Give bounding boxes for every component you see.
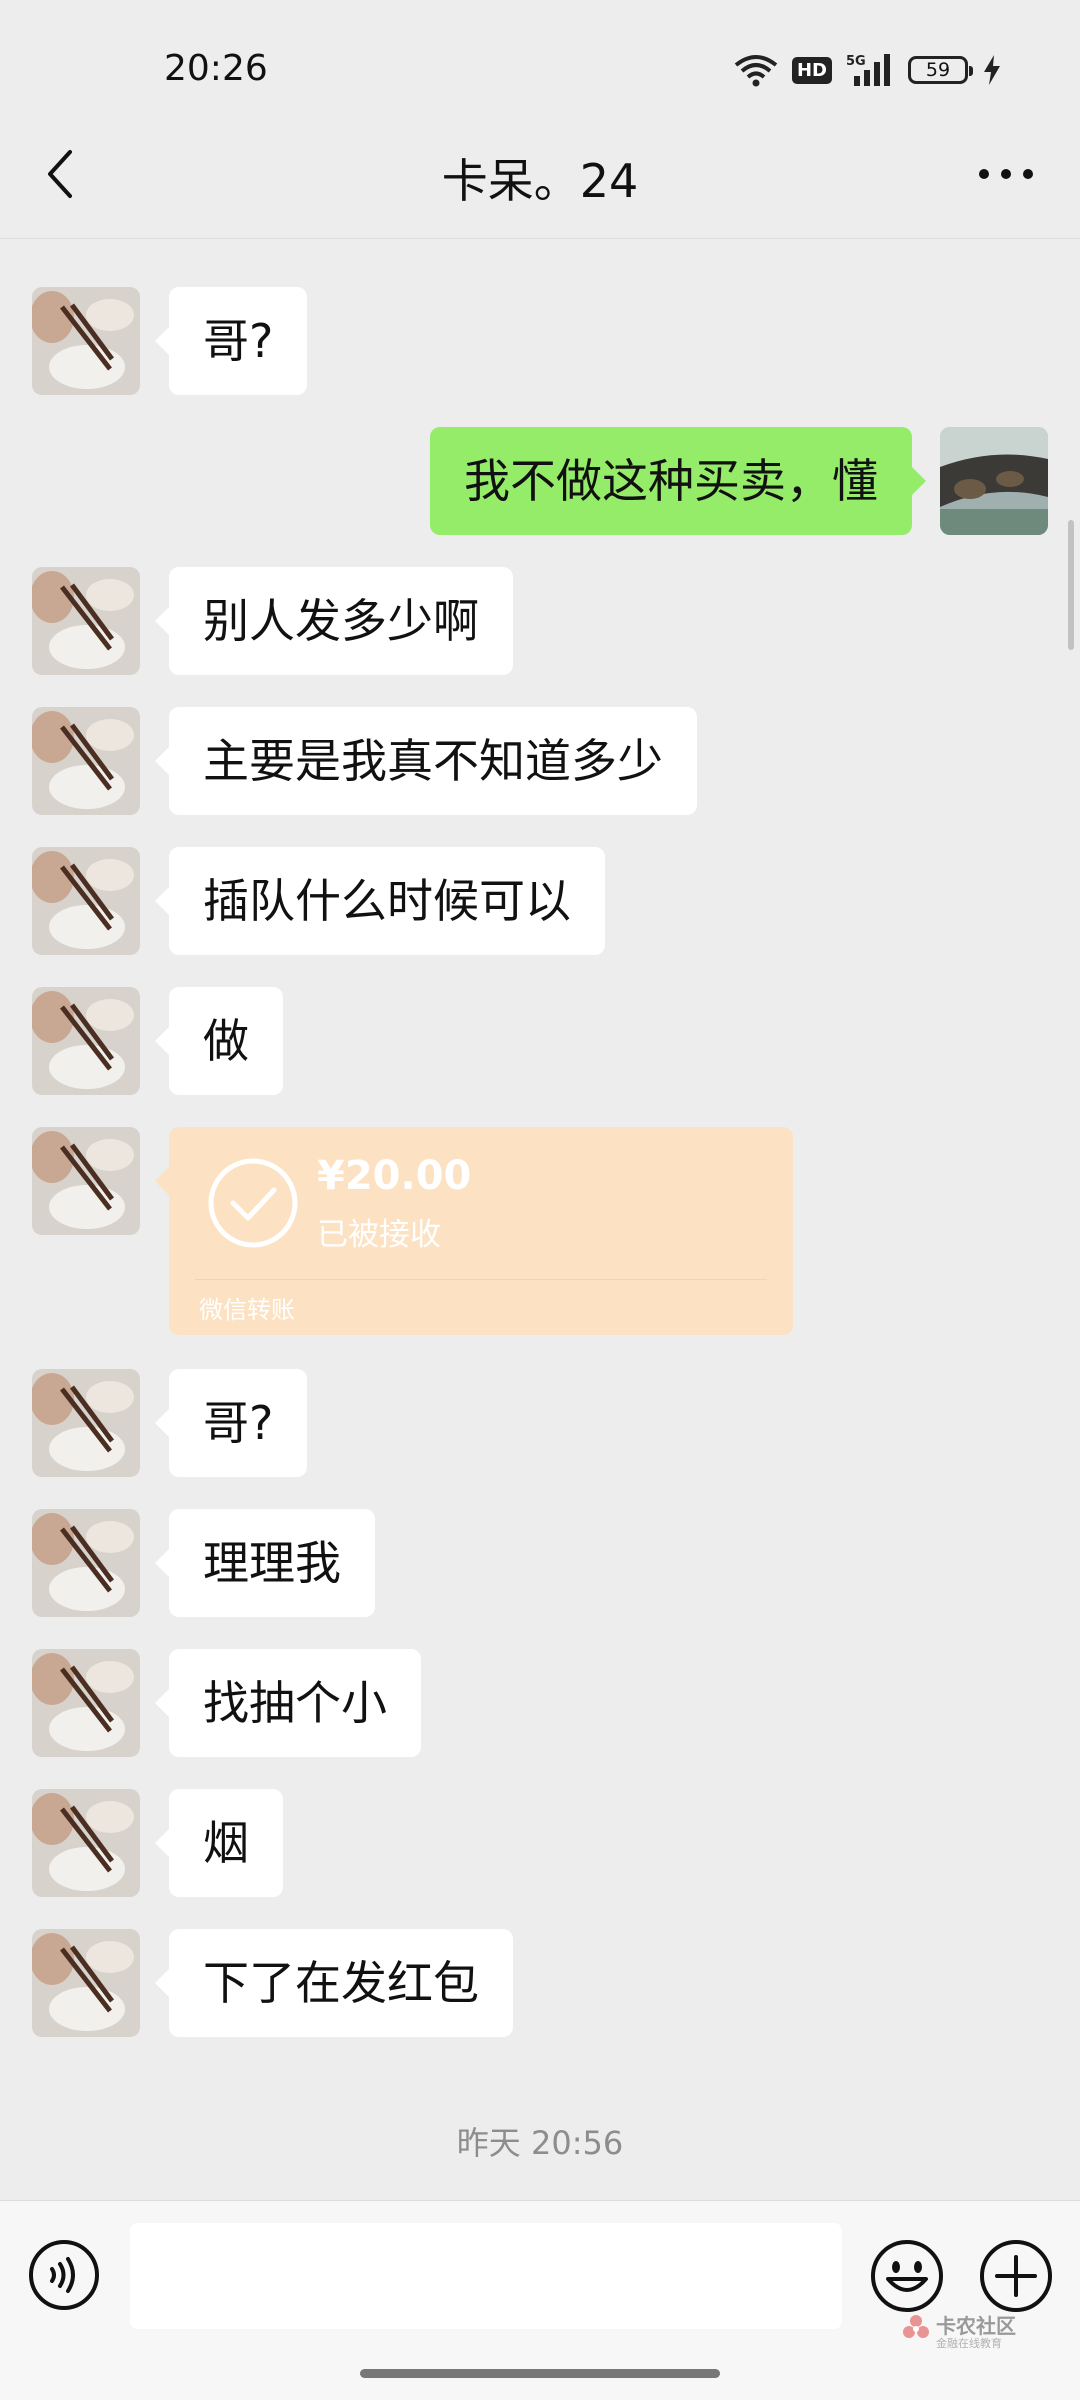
message-bubble[interactable]: 做 (155, 987, 283, 1095)
transfer-card[interactable]: ¥20.00 已被接收 微信转账 (155, 1127, 793, 1335)
watermark: 卡农社区 金融在线教育 (900, 2308, 1030, 2354)
message-row: 下了在发红包 (0, 1929, 1080, 2037)
charging-icon (984, 55, 1000, 85)
contact-avatar[interactable] (32, 1929, 140, 2037)
message-timestamp: 昨天 20:56 (456, 2124, 624, 2162)
chat-screen: 20:26 HD 5G 59 卡呆。24 哥? 我不做这种买卖，懂 别人发多少啊… (0, 0, 1080, 2400)
message-row: 找抽个小 (0, 1649, 1080, 1757)
message-row: ¥20.00 已被接收 微信转账 (0, 1127, 1080, 1335)
transfer-label: 微信转账 (199, 1296, 295, 1324)
my-avatar[interactable] (940, 427, 1048, 535)
status-icons: HD 5G 59 (734, 50, 1002, 90)
transfer-status: 已被接收 (317, 1217, 441, 1253)
contact-avatar[interactable] (32, 987, 140, 1095)
watermark-subtext: 金融在线教育 (936, 2337, 1002, 2350)
wifi-icon (734, 55, 778, 87)
scrollbar-thumb[interactable] (1068, 520, 1074, 650)
more-options-button[interactable] (968, 144, 1044, 204)
message-input[interactable] (130, 2223, 842, 2329)
transfer-amount: ¥20.00 (317, 1153, 472, 1199)
contact-avatar[interactable] (32, 1127, 140, 1235)
more-icon (979, 169, 1033, 179)
plus-button[interactable] (979, 2239, 1053, 2313)
message-bubble[interactable]: 哥? (154, 287, 308, 395)
battery-level: 59 (925, 59, 951, 81)
message-row: 烟 (0, 1789, 1080, 1897)
contact-avatar[interactable] (32, 847, 140, 955)
message-row: 哥? (0, 1369, 1080, 1477)
status-time: 20:26 (164, 48, 268, 89)
battery-indicator: 59 (908, 56, 973, 84)
voice-button[interactable] (28, 2239, 100, 2311)
signal-icon: 5G (846, 54, 890, 86)
voice-icon (29, 2240, 99, 2310)
message-bubble[interactable]: 理理我 (155, 1509, 375, 1617)
message-row: 做 (0, 987, 1080, 1095)
status-bar: 20:26 HD 5G 59 (0, 0, 1080, 140)
message-row: 哥? (0, 287, 1080, 395)
contact-avatar[interactable] (32, 1509, 140, 1617)
message-row: 我不做这种买卖，懂 (0, 427, 1080, 535)
sent-message-bubble[interactable]: 我不做这种买卖，懂 (430, 427, 926, 535)
message-row: 理理我 (0, 1509, 1080, 1617)
contact-avatar[interactable] (32, 1789, 140, 1897)
emoji-icon (871, 2240, 943, 2312)
watermark-logo-icon (903, 2315, 929, 2338)
home-indicator[interactable] (360, 2369, 720, 2378)
check-circle-icon (208, 1158, 298, 1248)
contact-avatar[interactable] (32, 287, 140, 395)
message-bubble[interactable]: 找抽个小 (155, 1649, 421, 1757)
message-bubble[interactable]: 别人发多少啊 (155, 567, 513, 675)
chat-header: 卡呆。24 (0, 120, 1080, 239)
message-bubble[interactable]: 主要是我真不知道多少 (155, 707, 697, 815)
message-bubble[interactable]: 插队什么时候可以 (155, 847, 605, 955)
plus-icon (980, 2240, 1052, 2312)
contact-avatar[interactable] (32, 1369, 140, 1477)
transfer-divider (195, 1279, 767, 1280)
contact-avatar[interactable] (32, 707, 140, 815)
emoji-button[interactable] (870, 2239, 944, 2313)
message-bubble[interactable]: 下了在发红包 (155, 1929, 513, 2037)
message-row: 主要是我真不知道多少 (0, 707, 1080, 815)
message-bubble[interactable]: 烟 (155, 1789, 283, 1897)
chat-title: 卡呆。24 (441, 154, 639, 208)
message-bubble[interactable]: 哥? (154, 1369, 308, 1477)
message-row: 别人发多少啊 (0, 567, 1080, 675)
contact-avatar[interactable] (32, 1649, 140, 1757)
hd-badge: HD (791, 56, 832, 84)
contact-avatar[interactable] (32, 567, 140, 675)
message-row: 插队什么时候可以 (0, 847, 1080, 955)
input-bar (0, 2200, 1080, 2400)
svg-text:5G: 5G (846, 54, 866, 69)
